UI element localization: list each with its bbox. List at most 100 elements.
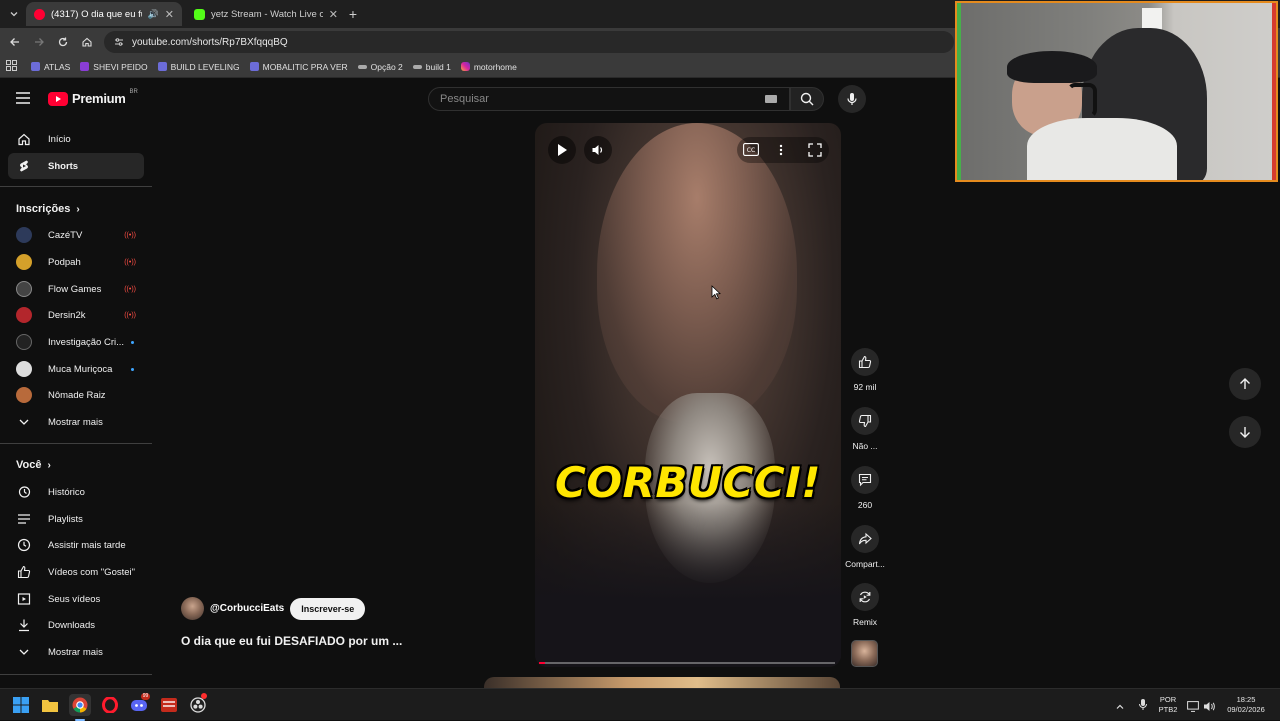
- avatar: [16, 361, 32, 377]
- sidebar-item-assistir-mais-tarde[interactable]: Assistir mais tarde: [8, 532, 144, 558]
- dislike-button[interactable]: [851, 407, 879, 435]
- like-button[interactable]: [851, 348, 879, 376]
- avatar: [16, 227, 32, 243]
- video-progress-bar[interactable]: [539, 662, 835, 664]
- file-explorer-button[interactable]: [39, 694, 61, 716]
- reload-button[interactable]: [51, 30, 75, 54]
- captions-button[interactable]: CC: [743, 143, 759, 161]
- home-button[interactable]: [75, 30, 99, 54]
- bookmark-shevi-peido[interactable]: SHEVI PEIDO: [80, 62, 148, 72]
- previous-short-button[interactable]: [1229, 368, 1261, 400]
- shorts-video-player[interactable]: CC CORBUCCI!: [535, 123, 841, 667]
- share-action[interactable]: Compart...: [843, 525, 887, 569]
- tab-search-button[interactable]: [2, 2, 26, 26]
- fullscreen-button[interactable]: [808, 143, 822, 162]
- webcam-overlay: [955, 1, 1278, 182]
- new-tab-button[interactable]: +: [341, 2, 365, 26]
- close-tab-icon[interactable]: ✕: [165, 8, 174, 21]
- channel-avatar[interactable]: [181, 597, 204, 620]
- back-button[interactable]: [3, 30, 27, 54]
- bookmark-atlas[interactable]: ATLAS: [31, 62, 70, 72]
- sidebar-item-historico[interactable]: Histórico: [8, 479, 144, 505]
- volume-tray-icon[interactable]: [1203, 699, 1216, 717]
- video-caption-overlay: CORBUCCI!: [555, 458, 821, 507]
- new-content-dot: [131, 340, 134, 344]
- tray-overflow-button[interactable]: [1115, 699, 1125, 717]
- tab-kick[interactable]: yetz Stream - Watch Live on Ki... ✕: [186, 2, 346, 26]
- subscriptions-header[interactable]: Inscrições ›: [16, 203, 80, 215]
- sidebar-item-muca-muricoca[interactable]: Muca Muriçoca: [8, 356, 144, 382]
- remix-action[interactable]: Remix: [843, 583, 887, 627]
- sidebar-item-playlists[interactable]: Playlists: [8, 506, 144, 532]
- remix-button[interactable]: [851, 583, 879, 611]
- apps-grid-icon[interactable]: [6, 60, 17, 73]
- share-button[interactable]: [851, 525, 879, 553]
- you-header[interactable]: Você ›: [16, 459, 51, 471]
- close-tab-icon[interactable]: ✕: [329, 8, 338, 21]
- play-button[interactable]: [548, 136, 576, 164]
- bookmark-mobalitic[interactable]: MOBALITIC PRA VER: [249, 62, 348, 72]
- subscribe-button[interactable]: Inscrever-se: [290, 597, 366, 620]
- sidebar-item-shorts[interactable]: Shorts: [8, 153, 144, 179]
- start-button[interactable]: [10, 694, 32, 716]
- sidebar-item-label: Dersin2k: [48, 309, 86, 321]
- next-short-preview[interactable]: [484, 677, 840, 688]
- next-short-button[interactable]: [1229, 416, 1261, 448]
- clock-time: 18:25: [1236, 695, 1256, 704]
- sidebar-item-dersin2k[interactable]: Dersin2k ((•)): [8, 302, 144, 328]
- menu-button[interactable]: [15, 91, 31, 110]
- arrow-down-icon: [1240, 427, 1250, 438]
- sidebar-item-label: Muca Muriçoca: [48, 363, 113, 375]
- sidebar-you-show-more[interactable]: Mostrar mais: [8, 639, 144, 665]
- thumbs-up-icon: [858, 355, 872, 369]
- sidebar-item-cazetv[interactable]: CazéTV ((•)): [8, 222, 144, 248]
- sound-source-thumbnail[interactable]: [851, 640, 878, 667]
- bookmark-build-1[interactable]: build 1: [412, 62, 451, 72]
- sidebar-item-nomade-raiz[interactable]: Nômade Raiz: [8, 382, 144, 408]
- bookmark-build-leveling[interactable]: BUILD LEVELING: [157, 61, 240, 72]
- search-input[interactable]: Pesquisar: [428, 87, 790, 111]
- arrow-up-icon: [1240, 378, 1250, 389]
- like-action[interactable]: 92 mil: [843, 348, 887, 392]
- sidebar-item-label: Downloads: [48, 619, 95, 631]
- microphone-tray-icon[interactable]: [1138, 698, 1148, 716]
- sidebar-item-flow-games[interactable]: Flow Games ((•)): [8, 276, 144, 302]
- sidebar-subscriptions-show-more[interactable]: Mostrar mais: [8, 409, 144, 435]
- youtube-premium-logo[interactable]: Premium BR: [48, 89, 138, 106]
- keyboard-icon[interactable]: [765, 95, 777, 103]
- bookmark-motorhome[interactable]: motorhome: [460, 62, 517, 72]
- chevron-down-icon: [16, 414, 32, 430]
- forward-button[interactable]: [27, 30, 51, 54]
- remix-label: Remix: [852, 617, 878, 627]
- sidebar-item-inicio[interactable]: Início: [8, 126, 144, 152]
- bookmark-opcao-2[interactable]: Opção 2: [357, 62, 403, 72]
- comments-action[interactable]: 260: [843, 466, 887, 510]
- dislike-action[interactable]: Não ...: [843, 407, 887, 451]
- shorts-icon: [16, 158, 32, 174]
- sidebar-item-podpah[interactable]: Podpah ((•)): [8, 249, 144, 275]
- headset: [1067, 83, 1097, 118]
- clock[interactable]: 18:25 09/02/2026: [1222, 695, 1270, 715]
- bookmark-label: BUILD LEVELING: [170, 61, 240, 72]
- input-language[interactable]: POR PTB2: [1156, 695, 1180, 715]
- opera-button[interactable]: [99, 694, 121, 716]
- stream-app-button[interactable]: [158, 694, 180, 716]
- site-info-icon[interactable]: [114, 37, 124, 47]
- sidebar-item-videos-gostei[interactable]: Vídeos com "Gostei": [8, 559, 144, 585]
- chrome-button[interactable]: [69, 694, 91, 716]
- address-bar[interactable]: youtube.com/shorts/Rp7BXfqqqBQ: [104, 31, 954, 53]
- hamburger-menu-icon: [16, 92, 30, 104]
- voice-search-button[interactable]: [838, 85, 866, 113]
- sidebar-item-downloads[interactable]: Downloads: [8, 612, 144, 638]
- tab-youtube[interactable]: (4317) O dia que eu fui DES... 🔊 ✕: [26, 2, 182, 26]
- sidebar-item-seus-videos[interactable]: Seus vídeos: [8, 586, 144, 612]
- search-button[interactable]: [790, 87, 824, 111]
- channel-name[interactable]: @CorbucciEats: [210, 603, 284, 614]
- display-icon[interactable]: [1187, 699, 1199, 717]
- short-title[interactable]: O dia que eu fui DESAFIADO por um ...: [181, 634, 402, 648]
- expand-icon: [808, 143, 822, 157]
- sidebar-item-investigacao[interactable]: Investigação Cri...: [8, 329, 144, 355]
- volume-button[interactable]: [584, 136, 612, 164]
- more-options-button[interactable]: [778, 143, 784, 162]
- comments-button[interactable]: [851, 466, 879, 494]
